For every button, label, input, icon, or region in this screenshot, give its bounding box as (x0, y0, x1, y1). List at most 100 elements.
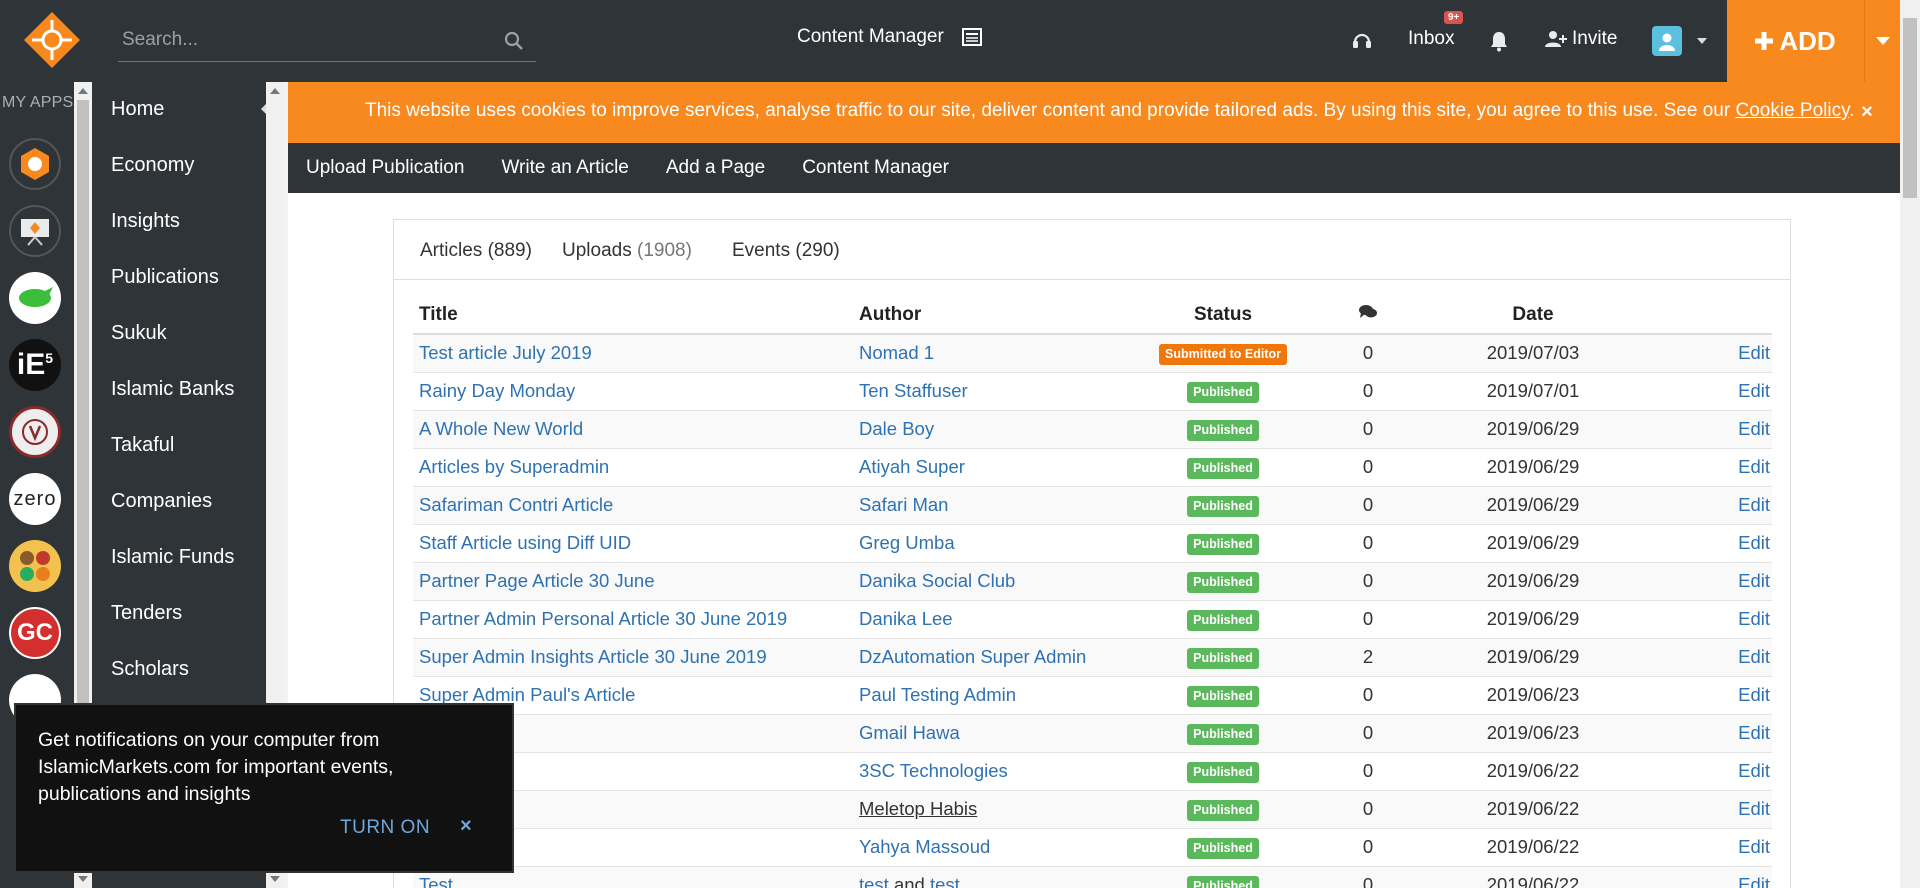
scroll-down-arrow-icon[interactable] (78, 876, 88, 882)
site-logo-icon[interactable] (22, 10, 82, 70)
edit-link[interactable]: Edit (1738, 532, 1770, 553)
edit-link[interactable]: Edit (1738, 494, 1770, 515)
author-cell: DzAutomation Super Admin (853, 638, 1143, 677)
add-dropdown-button[interactable] (1864, 0, 1900, 82)
edit-link[interactable]: Edit (1738, 836, 1770, 857)
article-title-link[interactable]: Safariman Contri Article (419, 494, 613, 515)
nav-item-sukuk[interactable]: Sukuk (111, 322, 167, 345)
invite-button[interactable]: Invite (1545, 28, 1617, 50)
edit-link[interactable]: Edit (1738, 760, 1770, 781)
search-icon[interactable] (504, 31, 524, 51)
tab-events[interactable]: Events (290) (732, 240, 840, 262)
author-link[interactable]: Danika Lee (859, 608, 953, 629)
subnav-content-manager[interactable]: Content Manager (802, 157, 949, 179)
article-title-link[interactable]: A Whole New World (419, 418, 583, 439)
user-menu-caret-icon[interactable] (1697, 38, 1707, 44)
edit-link[interactable]: Edit (1738, 418, 1770, 439)
tab-uploads[interactable]: Uploads (1908) (562, 240, 692, 262)
nav-item-islamic-funds[interactable]: Islamic Funds (111, 546, 234, 569)
author-link[interactable]: Danika Social Club (859, 570, 1015, 591)
author-link[interactable]: Yahya Massoud (859, 836, 990, 857)
tab-articles[interactable]: Articles (889) (420, 240, 532, 262)
edit-link[interactable]: Edit (1738, 646, 1770, 667)
scroll-up-arrow-icon[interactable] (270, 88, 280, 94)
header-status[interactable]: Status (1143, 296, 1303, 335)
author-link[interactable]: Greg Umba (859, 532, 955, 553)
scroll-up-arrow-icon[interactable] (78, 88, 88, 94)
app-made-in-icon[interactable] (9, 406, 61, 458)
edit-link[interactable]: Edit (1738, 722, 1770, 743)
author-link[interactable]: test (930, 874, 960, 888)
article-title-link[interactable]: Articles by Superadmin (419, 456, 609, 477)
author-link[interactable]: Gmail Hawa (859, 722, 960, 743)
author-link[interactable]: Atiyah Super (859, 456, 965, 477)
article-title-link[interactable]: Staff Article using Diff UID (419, 532, 631, 553)
article-title-link[interactable]: Rainy Day Monday (419, 380, 575, 401)
edit-link[interactable]: Edit (1738, 874, 1770, 888)
table-row: Yahya Massoud Published 0 2019/06/22 Edit (413, 828, 1772, 867)
author-link[interactable]: Safari Man (859, 494, 948, 515)
edit-link[interactable]: Edit (1738, 684, 1770, 705)
edit-link[interactable]: Edit (1738, 456, 1770, 477)
edit-link[interactable]: Edit (1738, 380, 1770, 401)
app-green-bull-icon[interactable] (9, 272, 61, 324)
nav-item-islamic-banks[interactable]: Islamic Banks (111, 378, 234, 401)
author-link[interactable]: DzAutomation Super Admin (859, 646, 1086, 667)
content-manager-title[interactable]: Content Manager (797, 26, 982, 48)
bell-icon[interactable] (1490, 30, 1508, 52)
page-scroll-thumb[interactable] (1903, 18, 1917, 198)
app-zero-icon[interactable]: zero (9, 473, 61, 525)
article-title-link[interactable]: Super Admin Paul's Article (419, 684, 635, 705)
page-scrollbar[interactable] (1900, 0, 1920, 888)
nav-item-home[interactable]: Home (111, 98, 164, 121)
edit-link[interactable]: Edit (1738, 342, 1770, 363)
article-title-link[interactable]: Super Admin Insights Article 30 June 201… (419, 646, 767, 667)
table-row: Safariman Contri Article Safari Man Publis… (413, 486, 1772, 525)
app-orange-hex-icon[interactable] (9, 138, 61, 190)
headset-icon[interactable] (1351, 30, 1373, 52)
author-link[interactable]: Meletop Habis (859, 798, 977, 819)
app-food-icon[interactable] (9, 540, 61, 592)
subnav-add-page[interactable]: Add a Page (666, 157, 765, 179)
cookie-close-button[interactable]: × (1856, 101, 1878, 123)
apps-scroll-thumb[interactable] (77, 100, 89, 790)
article-title-link[interactable]: Partner Admin Personal Article 30 June 2… (419, 608, 787, 629)
scroll-down-arrow-icon[interactable] (270, 876, 280, 882)
author-link[interactable]: Paul Testing Admin (859, 684, 1016, 705)
author-link[interactable]: 3SC Technologies (859, 760, 1008, 781)
app-ie5-icon[interactable]: iE5 (9, 339, 61, 391)
edit-link[interactable]: Edit (1738, 608, 1770, 629)
inbox-link[interactable]: Inbox (1408, 28, 1454, 50)
app-presentation-icon[interactable] (9, 205, 61, 257)
nav-item-publications[interactable]: Publications (111, 266, 219, 289)
article-title-link[interactable]: Partner Page Article 30 June (419, 570, 655, 591)
header-date[interactable]: Date (1433, 296, 1633, 335)
edit-link[interactable]: Edit (1738, 570, 1770, 591)
author-link[interactable]: Nomad 1 (859, 342, 934, 363)
notification-close-button[interactable]: × (460, 815, 472, 838)
add-button[interactable]: ADD (1727, 0, 1864, 82)
header-author[interactable]: Author (853, 296, 1143, 335)
nav-item-insights[interactable]: Insights (111, 210, 180, 233)
subnav-write-article[interactable]: Write an Article (501, 157, 628, 179)
turn-on-button[interactable]: TURN ON (340, 817, 430, 839)
user-avatar[interactable] (1652, 26, 1682, 56)
nav-item-scholars[interactable]: Scholars (111, 658, 189, 681)
edit-link[interactable]: Edit (1738, 798, 1770, 819)
app-gc-icon[interactable]: GC (9, 607, 61, 659)
author-link[interactable]: test (859, 874, 889, 888)
nav-item-economy[interactable]: Economy (111, 154, 194, 177)
article-title-link[interactable]: Test article July 2019 (419, 342, 592, 363)
tab-count: (290) (795, 240, 840, 261)
nav-item-tenders[interactable]: Tenders (111, 602, 182, 625)
nav-item-companies[interactable]: Companies (111, 490, 212, 513)
cookie-policy-link[interactable]: Cookie Policy (1735, 100, 1849, 121)
article-title-link[interactable]: Test (419, 874, 453, 888)
nav-item-takaful[interactable]: Takaful (111, 434, 174, 457)
header-comments[interactable] (1303, 296, 1433, 335)
search-input[interactable] (118, 22, 488, 58)
author-link[interactable]: Dale Boy (859, 418, 934, 439)
header-title[interactable]: Title (413, 296, 853, 335)
subnav-upload-publication[interactable]: Upload Publication (306, 157, 464, 179)
author-link[interactable]: Ten Staffuser (859, 380, 968, 401)
